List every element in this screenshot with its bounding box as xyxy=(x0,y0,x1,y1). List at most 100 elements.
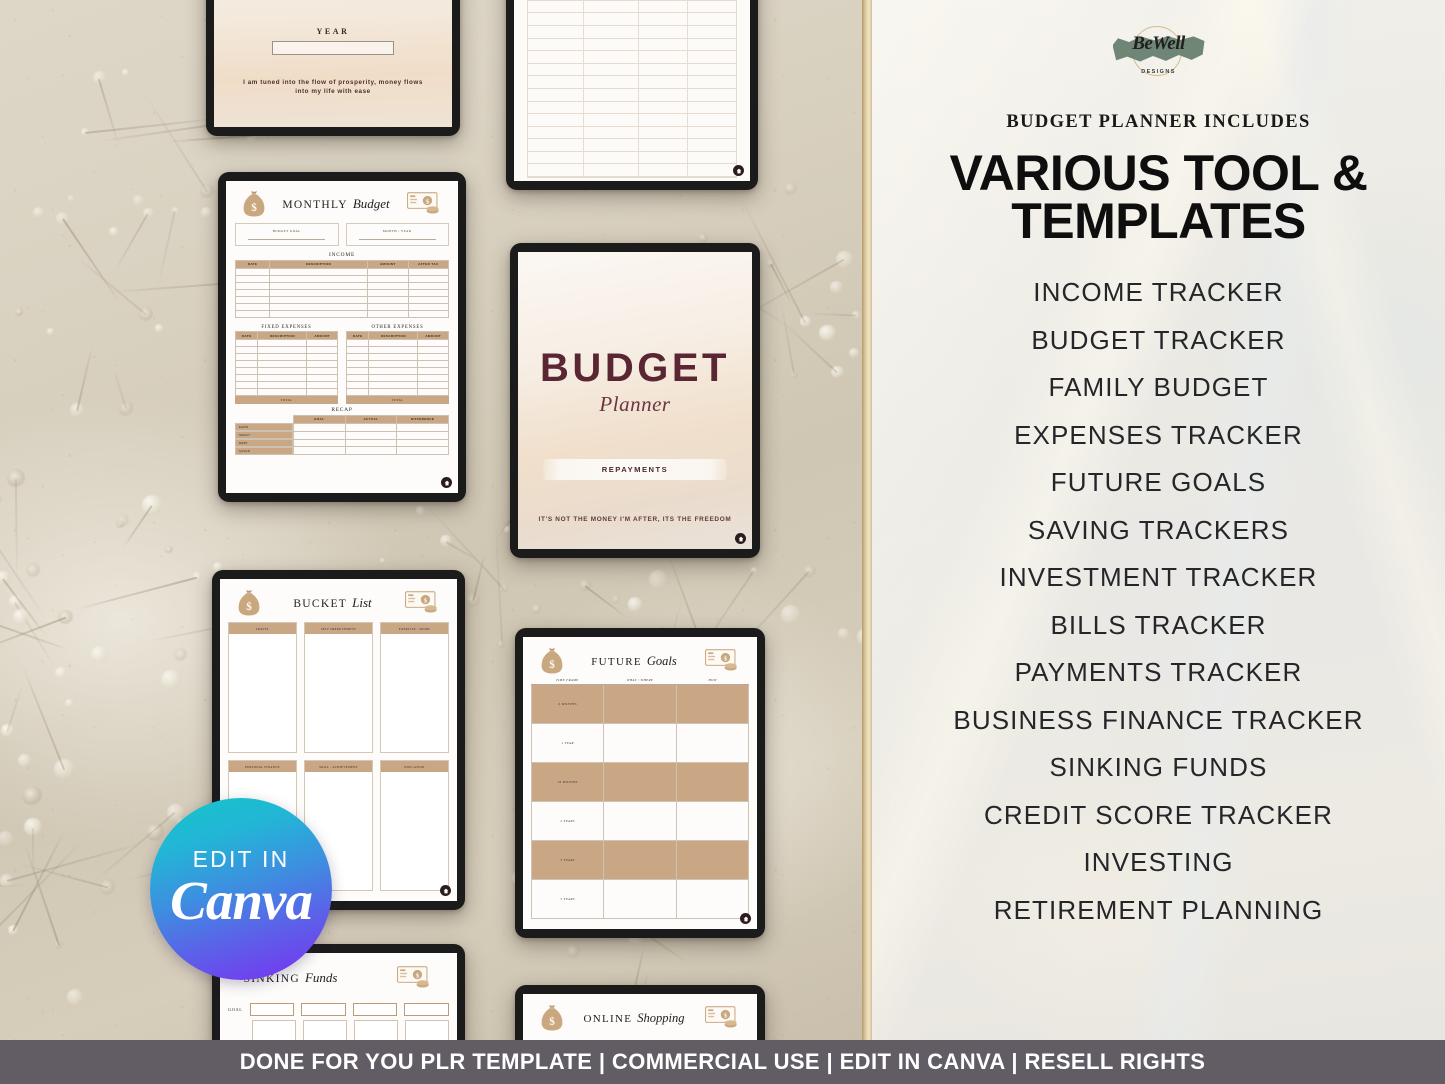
bucket-cell[interactable]: EXERCISE / SPORT xyxy=(380,622,449,753)
ruled-line xyxy=(584,139,638,152)
table-row[interactable] xyxy=(234,360,338,368)
month-year-field[interactable]: MONTH / YEAR xyxy=(345,223,449,246)
ruled-line xyxy=(638,164,687,178)
ruled-line xyxy=(584,39,638,52)
ruled-line xyxy=(528,164,584,178)
table-row[interactable] xyxy=(234,353,338,361)
flower-bloom xyxy=(200,206,212,219)
ruled-line xyxy=(687,39,736,52)
future-goals-row[interactable]: 2 YEARS xyxy=(532,801,748,841)
expenses-section-titles: FIXED EXPENSES OTHER EXPENSES xyxy=(235,322,449,332)
time-frame-label: 3 YEARS xyxy=(560,857,575,862)
table-row[interactable] xyxy=(345,346,449,354)
tablet-monthly-budget[interactable]: $ MONTHLY Budget $ BUDGET GOAL MONTH / Y… xyxy=(218,172,466,502)
table-row[interactable] xyxy=(292,446,449,456)
ruled-line xyxy=(584,76,638,89)
goal-input-box[interactable] xyxy=(352,1003,398,1016)
flower-bloom xyxy=(497,639,506,648)
table-row[interactable] xyxy=(234,381,338,389)
table-row[interactable] xyxy=(234,281,450,290)
flower-bloom xyxy=(440,534,452,547)
future-goals-body: 6 MONTHS 1 YEAR 18 MONTHS 2 YEARS 3 YEAR… xyxy=(531,684,749,919)
monthly-budget-header: $ MONTHLY Budget $ xyxy=(233,184,451,221)
tablet-year-affirmation[interactable]: YEAR I am tuned into the flow of prosper… xyxy=(206,0,460,136)
flower-bloom xyxy=(69,402,84,418)
year-input-box[interactable] xyxy=(272,40,394,55)
flower-bloom xyxy=(848,347,859,358)
table-row[interactable] xyxy=(234,367,338,375)
sinking-funds-goal-row: GOAL xyxy=(228,1003,449,1016)
table-row[interactable] xyxy=(234,374,338,382)
ruled-line xyxy=(528,51,584,64)
table-row[interactable] xyxy=(292,431,449,440)
flower-stem xyxy=(17,862,109,889)
bucket-cell[interactable]: EDUCATION xyxy=(380,760,449,891)
tablet-blank-ruled-sheet[interactable] xyxy=(506,0,758,190)
ruled-line xyxy=(638,102,687,115)
ruled-line xyxy=(528,1,584,14)
tablet-future-goals[interactable]: $ FUTURE Goals $ TIME FRAME WHAT / WHERE … xyxy=(515,628,765,938)
goal-label: GOAL xyxy=(228,1007,243,1012)
flower-stem xyxy=(445,540,480,562)
budget-goal-field[interactable]: BUDGET GOAL xyxy=(235,223,339,246)
recap-values-table: GOAL ACTUAL DIFFERENCE xyxy=(292,414,449,456)
cover-brush-label: REPAYMENTS xyxy=(601,465,669,474)
ruled-line xyxy=(687,13,736,26)
table-row[interactable] xyxy=(345,388,449,396)
ruled-line xyxy=(528,13,584,26)
bucket-cell[interactable]: SELF IMPROVEMENT xyxy=(304,622,373,753)
future-goals-row[interactable]: 18 MONTHS xyxy=(532,762,748,802)
goal-input-box[interactable] xyxy=(404,1003,449,1016)
table-row[interactable] xyxy=(234,388,338,396)
panel-kicker: BUDGET PLANNER INCLUDES xyxy=(1006,112,1311,132)
table-row[interactable] xyxy=(234,295,450,304)
edit-in-canva-badge[interactable]: EDIT IN Canva xyxy=(150,798,332,980)
recap-table: EARN SPENT DEBT SAVED GOAL ACTUAL DIFFER… xyxy=(235,414,449,456)
table-row[interactable] xyxy=(345,367,449,375)
flower-bloom xyxy=(852,311,860,319)
table-row[interactable] xyxy=(234,267,450,276)
feature-item: FAMILY BUDGET xyxy=(1048,372,1269,402)
ruled-column xyxy=(687,0,736,178)
feature-item: PAYMENTS TRACKER xyxy=(1014,657,1303,687)
table-row[interactable] xyxy=(345,381,449,389)
table-row[interactable] xyxy=(234,339,338,347)
cash-stack-icon: $ xyxy=(397,966,430,988)
flower-stem xyxy=(114,213,149,272)
table-header-row: GOAL ACTUAL DIFFERENCE xyxy=(292,414,449,425)
table-row[interactable] xyxy=(234,346,338,354)
flower-bloom xyxy=(7,925,18,936)
goal-input-box[interactable] xyxy=(249,1003,295,1016)
future-goals-row[interactable]: 1 YEAR xyxy=(532,723,748,763)
feature-item: EXPENSES TRACKER xyxy=(1014,419,1303,450)
table-row[interactable] xyxy=(345,360,449,368)
flower-bloom xyxy=(380,557,386,563)
table-row[interactable] xyxy=(234,274,450,283)
flower-stem xyxy=(493,516,503,645)
table-row[interactable] xyxy=(234,288,450,297)
gold-divider-strip xyxy=(862,0,872,1040)
table-row[interactable] xyxy=(292,438,449,448)
flower-bloom xyxy=(819,324,836,342)
tablet-budget-planner-cover[interactable]: BUDGET Planner REPAYMENTS IT'S NOT THE M… xyxy=(510,243,760,558)
table-row[interactable] xyxy=(345,353,449,361)
table-row[interactable] xyxy=(234,302,450,311)
goal-input-box[interactable] xyxy=(301,1003,346,1016)
svg-text:$: $ xyxy=(246,601,252,613)
table-row[interactable] xyxy=(292,423,449,433)
table-row[interactable] xyxy=(234,309,450,318)
cash-stack-icon: $ xyxy=(705,1006,737,1028)
other-expenses-title: OTHER EXPENSES xyxy=(371,324,424,330)
future-goals-row[interactable]: 5 YEARS xyxy=(532,879,748,918)
flower-bloom xyxy=(6,468,25,487)
table-row[interactable] xyxy=(345,339,449,347)
flower-stem xyxy=(0,884,31,888)
bucket-cell[interactable]: TRAVEL xyxy=(228,622,297,753)
flower-stem xyxy=(2,578,48,638)
future-goals-row[interactable]: 3 YEARS xyxy=(532,840,748,880)
cash-stack-icon: $ xyxy=(705,649,737,671)
ruled-line xyxy=(638,26,687,39)
table-row[interactable] xyxy=(345,374,449,382)
future-goals-row[interactable]: 6 MONTHS xyxy=(532,684,748,724)
flower-bloom xyxy=(56,211,70,225)
